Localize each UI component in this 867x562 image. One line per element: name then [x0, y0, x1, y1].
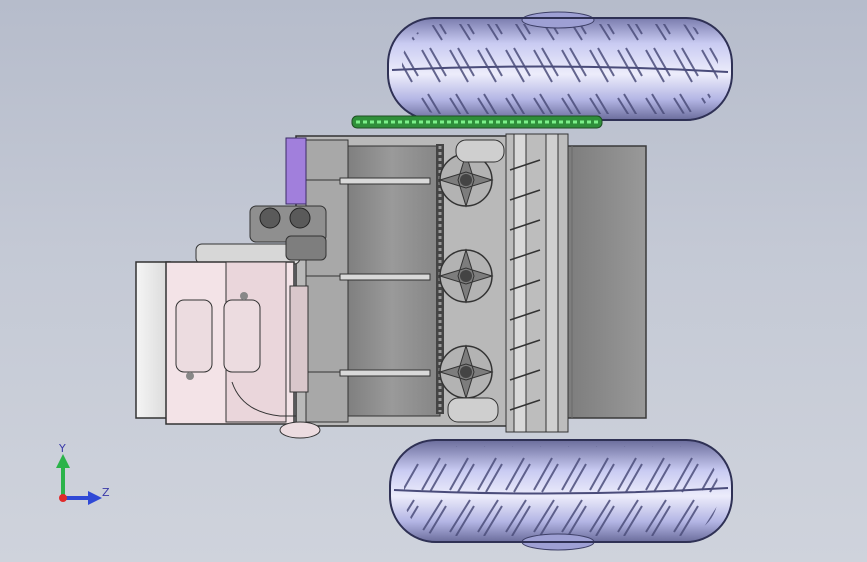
bottom-tire[interactable]: [389, 439, 733, 551]
machine-model[interactable]: [0, 0, 867, 562]
idler-roller-bottom: [447, 397, 499, 423]
axis-triad: [56, 454, 102, 505]
gearbox[interactable]: [195, 205, 327, 265]
axis-z-label: Z: [102, 486, 110, 499]
engine-unit[interactable]: [135, 261, 321, 439]
seeder-disc-middle[interactable]: [438, 248, 494, 304]
rear-housing[interactable]: [559, 145, 647, 419]
rotor-assembly[interactable]: [505, 133, 569, 433]
cad-viewport[interactable]: Y Z: [0, 0, 867, 562]
top-tire[interactable]: [387, 11, 733, 121]
seeder-disc-bottom[interactable]: [438, 344, 494, 400]
axis-y-label: Y: [59, 442, 66, 455]
idler-roller-top: [455, 139, 505, 163]
